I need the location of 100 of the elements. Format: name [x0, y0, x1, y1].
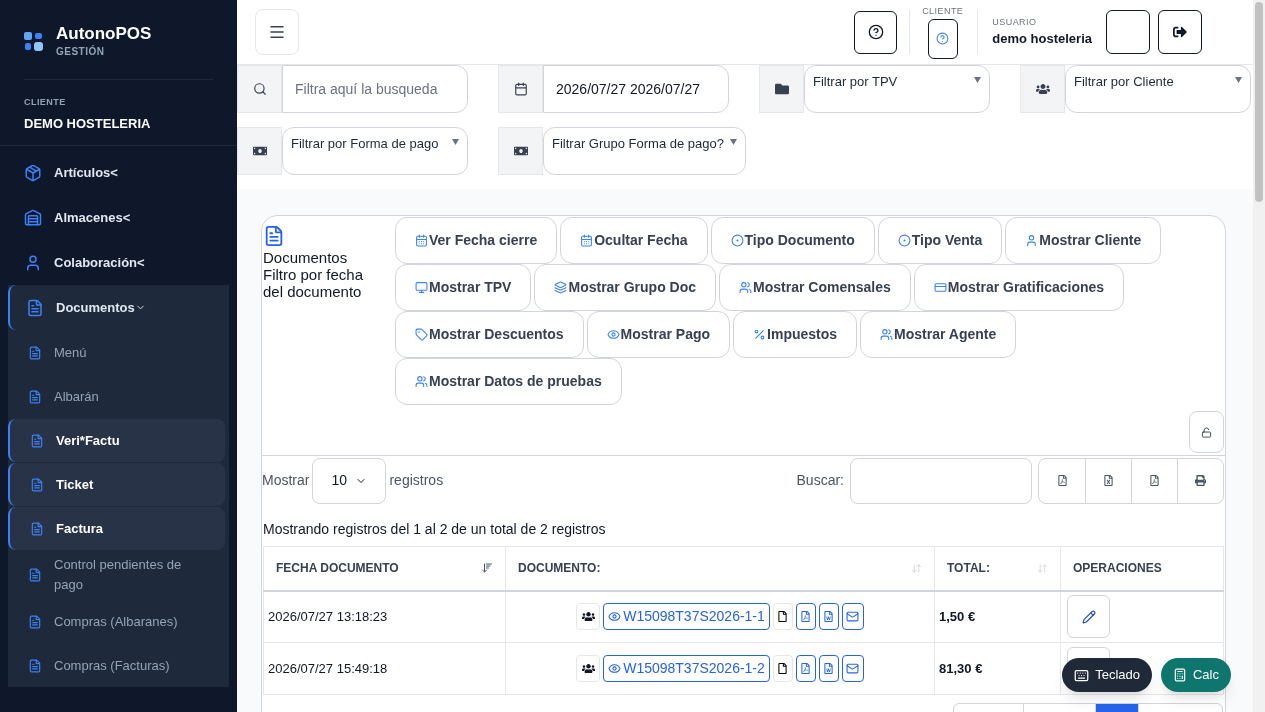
column-toggle-button[interactable]: Impuestos: [733, 311, 858, 358]
column-toggle-button[interactable]: Tipo Documento: [710, 217, 875, 264]
logout-button[interactable]: [1158, 10, 1202, 54]
word-button[interactable]: [818, 603, 839, 631]
date-cell: 2026/07/27 15:49:18: [263, 642, 506, 695]
column-toggle-button[interactable]: Tipo Venta: [877, 217, 1003, 264]
total-cell: 1,50 €: [934, 590, 1061, 643]
document-icon: [28, 568, 42, 582]
document-icon: [263, 223, 285, 249]
column-header[interactable]: FECHA DOCUMENTO: [263, 546, 506, 591]
email-button[interactable]: [841, 603, 864, 631]
nav-subitem[interactable]: Veri*Factu: [8, 419, 225, 462]
file-button[interactable]: [772, 655, 793, 682]
diners-button[interactable]: [576, 603, 601, 631]
menu-button[interactable]: [255, 9, 299, 55]
document-icon: [30, 433, 44, 448]
banknote-icon: [513, 144, 528, 158]
target-icon: [897, 234, 911, 247]
caret-icon: [974, 77, 981, 83]
pdf-icon: [1149, 475, 1160, 486]
pdf-button[interactable]: [795, 603, 816, 631]
word-button[interactable]: [818, 655, 839, 682]
document-link[interactable]: W15098T37S2026-1-1: [603, 603, 770, 631]
nav-subitem[interactable]: Menú: [8, 331, 225, 374]
column-toggle-button[interactable]: Mostrar Descuentos: [395, 311, 584, 358]
search-icon: [252, 82, 267, 96]
edit-button[interactable]: [1067, 595, 1110, 639]
card-title: Documentos: [263, 249, 349, 266]
nav-subitem[interactable]: Factura: [8, 507, 225, 550]
nav-subitem[interactable]: Compras (Facturas): [8, 644, 225, 687]
nav-subitem[interactable]: Albarán: [8, 375, 225, 418]
mail-icon: [846, 662, 860, 675]
date-range-field[interactable]: 2026/07/27 2026/07/27: [543, 65, 729, 113]
diners-button[interactable]: [576, 655, 601, 682]
help-button[interactable]: [854, 10, 898, 54]
users-icon: [880, 328, 894, 341]
brand-subtitle: GESTIÓN: [56, 44, 106, 59]
nav-subitem[interactable]: Control pendientes de pago: [8, 551, 225, 599]
document-icon: [28, 658, 42, 673]
nav-subitem[interactable]: Compras (Albaranes): [8, 600, 225, 643]
column-toggle-button[interactable]: Mostrar Cliente: [1005, 217, 1162, 264]
email-button[interactable]: [841, 655, 864, 682]
users-icon: [739, 281, 753, 294]
file-button[interactable]: [772, 603, 793, 631]
word-icon: [823, 663, 835, 674]
column-toggle-button[interactable]: Mostrar Gratificaciones: [913, 264, 1125, 311]
column-toggle-button[interactable]: Ocultar Fecha: [560, 217, 708, 264]
spreadsheet-icon: [1103, 475, 1114, 486]
edit-icon: [1081, 609, 1096, 624]
card-subtitle: Filtro por fecha del documento: [263, 266, 365, 300]
show-label: Mostrar: [262, 471, 310, 490]
caret-icon: [452, 139, 459, 145]
document-icon: [28, 345, 42, 360]
nav-item[interactable]: Documentos: [8, 285, 229, 330]
nav-subitem[interactable]: Ticket: [8, 463, 225, 506]
filter-select[interactable]: Filtrar por TPV: [804, 65, 990, 113]
user-name: demo hosteleria: [992, 30, 1092, 48]
printer-icon: [1195, 475, 1206, 486]
calendar-icon: [513, 82, 528, 96]
client-label: CLIENTE: [24, 96, 67, 109]
document-link[interactable]: W15098T37S2026-1-2: [603, 655, 770, 682]
blank-button[interactable]: [1106, 10, 1150, 54]
calculator-button[interactable]: Calc: [1161, 658, 1231, 692]
column-header[interactable]: DOCUMENTO:: [505, 546, 935, 591]
column-toggle-button[interactable]: Mostrar Datos de pruebas: [395, 358, 622, 405]
keyboard-button[interactable]: Teclado: [1062, 658, 1152, 692]
filter-select[interactable]: Filtrar Grupo Forma de pago?: [543, 127, 746, 175]
column-toggle-button[interactable]: Ver Fecha cierre: [395, 217, 558, 264]
table-search-field[interactable]: [850, 457, 1032, 504]
filter-select[interactable]: Filtrar por Cliente: [1065, 65, 1251, 113]
nav-item[interactable]: Artículos<: [0, 150, 237, 195]
users-icon: [581, 662, 595, 675]
column-toggle-button[interactable]: Mostrar TPV: [395, 264, 532, 311]
client-help-button[interactable]: [927, 18, 958, 59]
search-field[interactable]: Filtra aquí la busqueda: [282, 65, 468, 113]
filter-select[interactable]: Filtrar por Forma de pago: [282, 127, 468, 175]
user-icon: [1025, 234, 1039, 247]
caret-icon: [1235, 77, 1242, 83]
pdf-icon: [800, 663, 812, 674]
page-size-select[interactable]: 10: [312, 457, 387, 504]
users-icon: [415, 375, 428, 388]
file-icon: [777, 663, 789, 674]
nav-item[interactable]: Almacenes<: [0, 195, 237, 240]
document-icon: [28, 614, 42, 629]
calendar-icon: [580, 234, 594, 247]
users-icon: [1035, 82, 1050, 96]
eye-icon: [608, 662, 622, 675]
help-icon: [867, 24, 884, 40]
column-toggle-button[interactable]: Mostrar Agente: [860, 311, 1017, 358]
records-label: registros: [389, 471, 444, 490]
column-header[interactable]: TOTAL:: [934, 546, 1061, 591]
folder-icon: [774, 82, 789, 96]
column-toggle-button[interactable]: Mostrar Grupo Doc: [534, 264, 717, 311]
pdf-button[interactable]: [795, 655, 816, 682]
nav-item[interactable]: Colaboración<: [0, 240, 237, 285]
calendar-icon: [415, 234, 428, 247]
document-icon: [26, 298, 44, 317]
column-header[interactable]: OPERACIONES: [1060, 546, 1224, 591]
column-toggle-button[interactable]: Mostrar Comensales: [719, 264, 911, 311]
column-toggle-button[interactable]: Mostrar Pago: [586, 311, 731, 358]
